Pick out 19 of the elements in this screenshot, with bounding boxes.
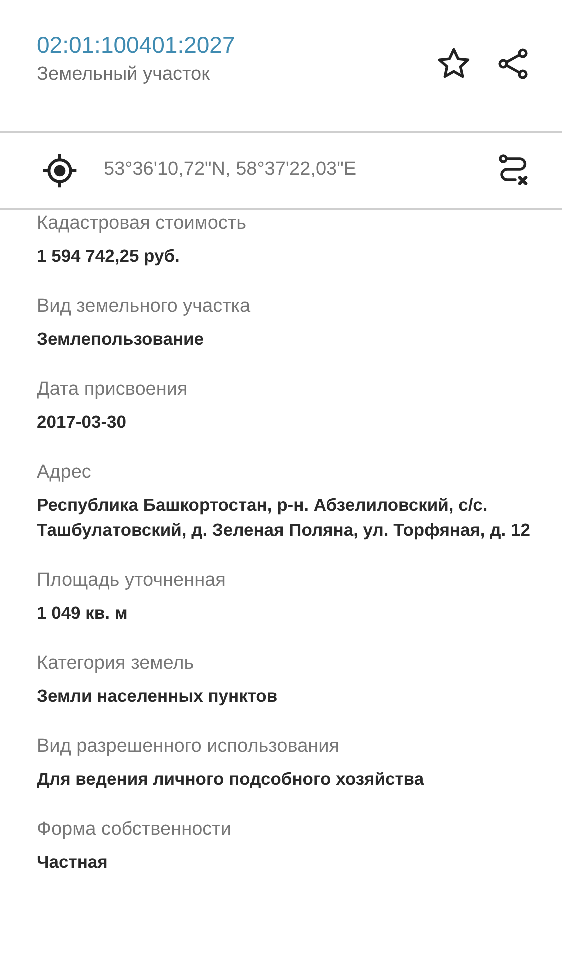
field-value: Землепользование (37, 328, 206, 351)
field-value: Частная (37, 851, 109, 874)
cadastral-number: 02:01:100401:2027 (37, 31, 236, 60)
field-label: Категория земель (37, 652, 196, 676)
field-value: 1 594 742,25 руб. (37, 245, 181, 268)
field-value: 2017-03-30 (37, 411, 128, 434)
field-label: Форма собственности (37, 818, 232, 842)
field-label: Кадастровая стоимость (37, 212, 248, 236)
field-value: Для ведения личного подсобного хозяйства (37, 768, 426, 791)
field-label: Вид разрешенного использования (37, 735, 341, 759)
field-label: Дата присвоения (37, 378, 189, 402)
field-value: 1 049 кв. м (37, 602, 129, 625)
field-label: Адрес (37, 461, 92, 485)
field-value: Республика Башкортостан, р-н. Абзелиловский, с/с. Ташбулатовский, д. Зеленая Поляна, ул. Торфяная, д. 12 (37, 494, 532, 542)
field-label: Площадь уточненная (37, 569, 227, 593)
field-label: Вид земельного участка (37, 295, 252, 319)
field-value: Земли населенных пунктов (37, 685, 279, 708)
coordinates-text: 53°36'10,72"N, 58°37'22,03"E (104, 158, 357, 182)
object-type: Земельный участок (37, 63, 211, 87)
